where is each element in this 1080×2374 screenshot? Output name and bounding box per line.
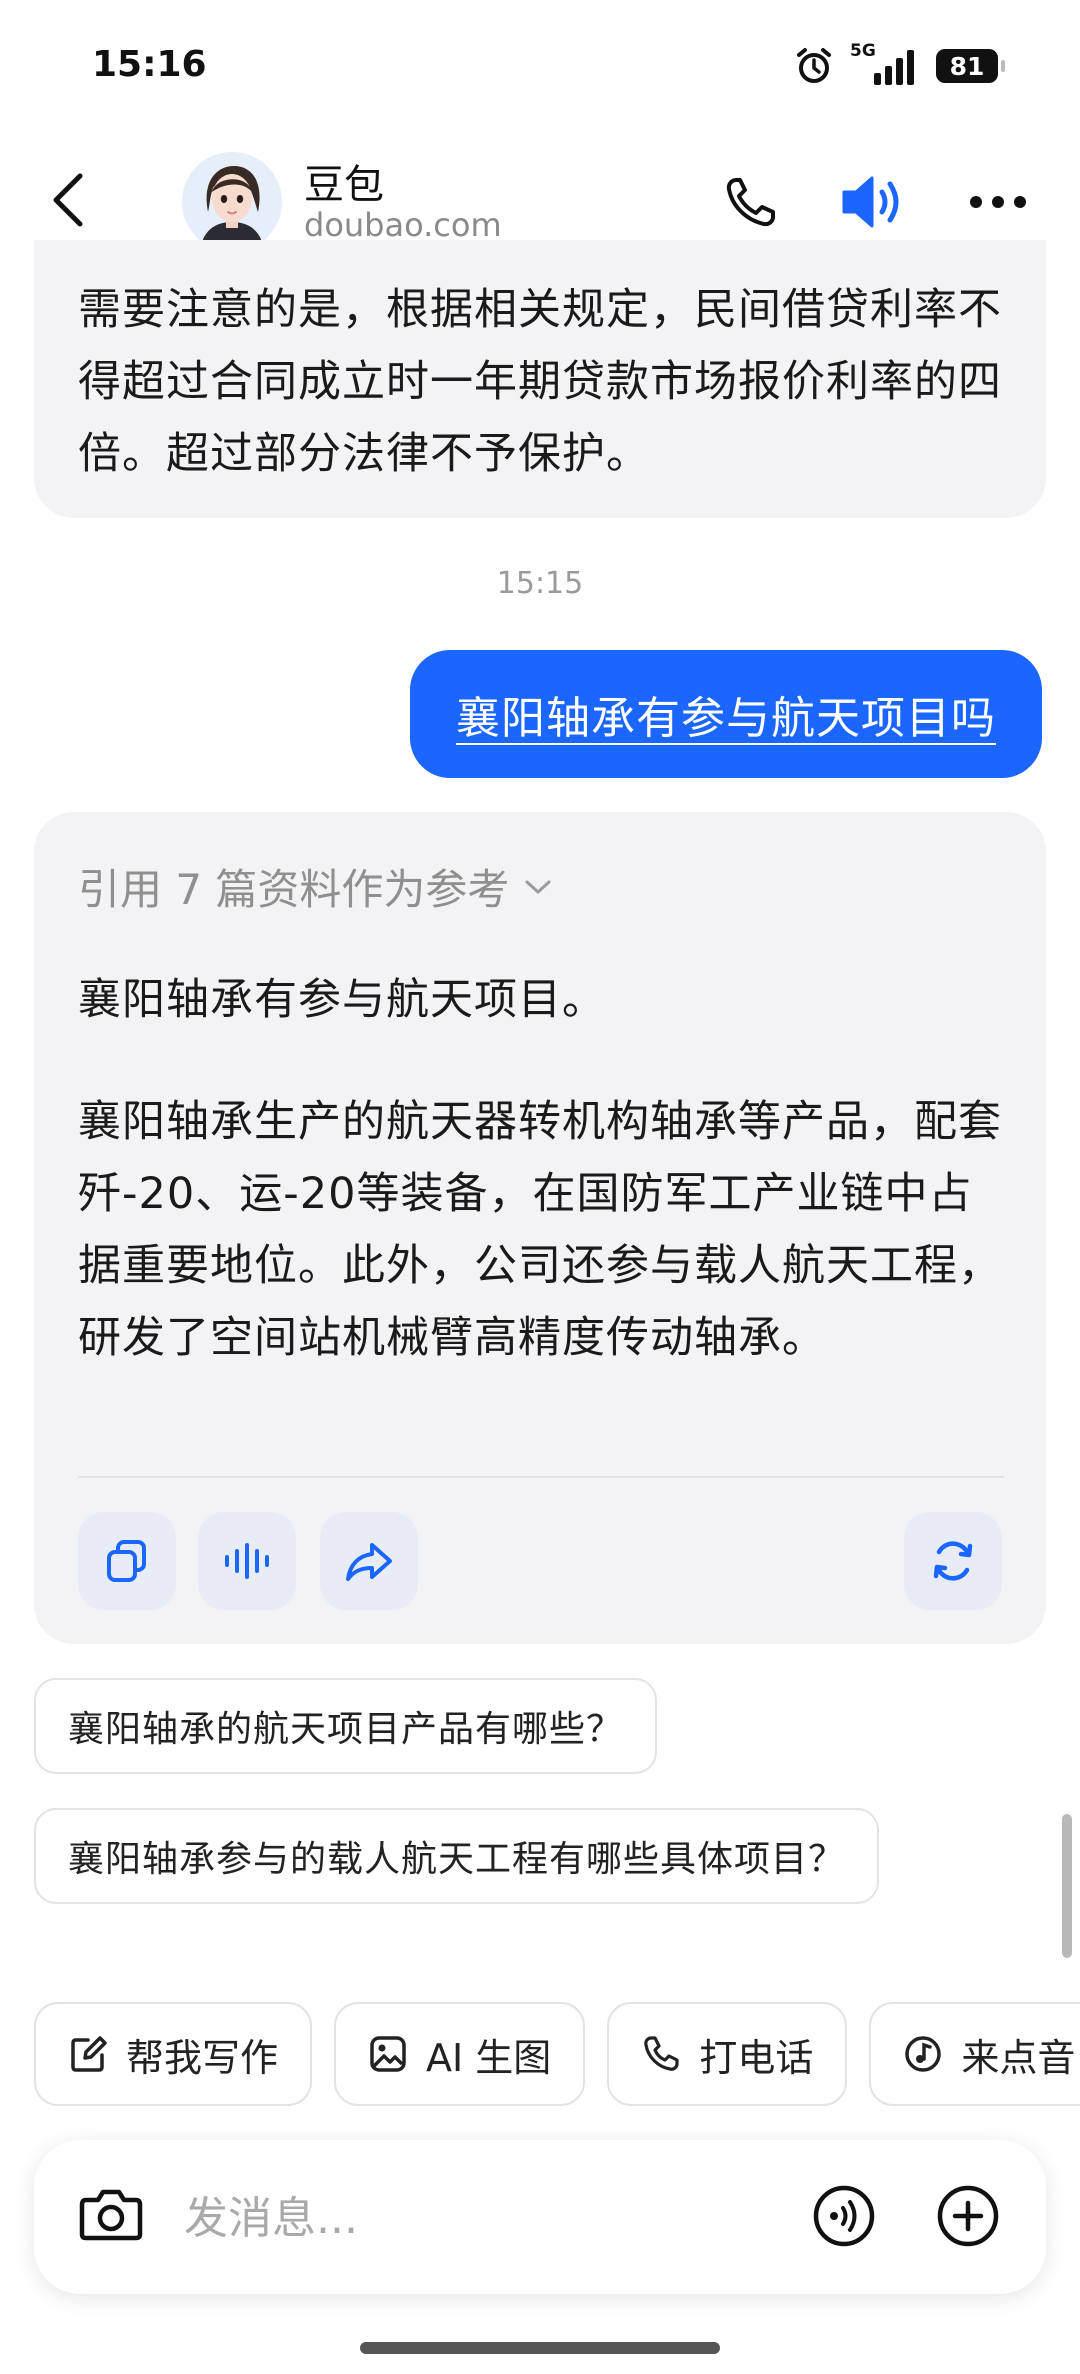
bot-avatar[interactable]	[182, 152, 282, 252]
quick-action-label: 帮我写作	[126, 2035, 279, 2080]
signal-bar	[874, 73, 881, 85]
speaker-icon[interactable]	[840, 172, 910, 232]
quick-action-label: AI 生图	[426, 2035, 552, 2080]
battery-indicator: 81	[936, 49, 1005, 83]
more-icon[interactable]	[968, 194, 1028, 210]
answer-divider	[78, 1476, 1004, 1478]
signal-bar	[907, 50, 914, 85]
read-aloud-button[interactable]	[198, 1512, 296, 1610]
home-indicator[interactable]	[360, 2342, 720, 2354]
copy-button[interactable]	[78, 1512, 176, 1610]
quick-action-music[interactable]: 来点音	[869, 2002, 1080, 2106]
citation-toggle[interactable]: 引用 7 篇资料作为参考	[78, 856, 553, 917]
voice-call-icon[interactable]	[812, 2184, 876, 2248]
share-icon	[346, 1543, 392, 1581]
edit-icon	[71, 2036, 107, 2072]
signal-bar	[896, 58, 903, 85]
quick-action-label: 来点音	[961, 2035, 1076, 2080]
quick-actions-bar: 帮我写作 AI 生图 打电话 来点音	[34, 2002, 1080, 2106]
citation-label: 引用 7 篇资料作为参考	[78, 865, 510, 914]
image-icon	[370, 2036, 406, 2072]
previous-reply-text: 需要注意的是，根据相关规定，民间借贷利率不得超过合同成立时一年期贷款市场报价利率…	[78, 285, 1002, 479]
alarm-icon	[797, 48, 831, 83]
status-icons: 5G 81	[794, 41, 1005, 86]
answer-paragraph: 襄阳轴承有参与航天项目。	[78, 975, 606, 1025]
suggested-question[interactable]: 襄阳轴承的航天项目产品有哪些？	[34, 1678, 658, 1774]
quick-action-write[interactable]: 帮我写作	[34, 2002, 313, 2106]
user-message-text: 襄阳轴承有参与航天项目吗	[456, 693, 996, 744]
music-icon	[905, 2036, 942, 2072]
status-time: 15:16	[92, 44, 207, 85]
message-input[interactable]	[184, 2188, 784, 2248]
regenerate-button[interactable]	[904, 1512, 1002, 1610]
plus-icon[interactable]	[936, 2184, 1000, 2248]
network-type: 5G	[850, 41, 876, 61]
share-button[interactable]	[320, 1512, 418, 1610]
battery-level: 81	[949, 51, 985, 81]
camera-icon[interactable]	[78, 2184, 144, 2244]
quick-action-label: 打电话	[699, 2035, 814, 2080]
phone-call-icon[interactable]	[722, 174, 782, 230]
quick-action-image[interactable]: AI 生图	[334, 2002, 586, 2106]
signal-bar	[885, 66, 892, 85]
suggested-question[interactable]: 襄阳轴承参与的载人航天工程有哪些具体项目？	[34, 1808, 880, 1904]
quick-action-call[interactable]: 打电话	[607, 2002, 848, 2106]
back-icon[interactable]	[48, 170, 88, 230]
answer-paragraph: 襄阳轴承生产的航天器转机构轴承等产品，配套歼-20、运-20等装备，在国防军工产…	[78, 1097, 1002, 1363]
refresh-icon	[933, 1541, 973, 1581]
message-timestamp: 15:15	[496, 566, 584, 601]
signal-indicator: 5G	[850, 41, 914, 85]
voice-wave-icon	[225, 1543, 269, 1579]
bot-name: 豆包	[304, 162, 384, 208]
scrollbar-thumb[interactable]	[1062, 1814, 1072, 1958]
bot-domain: doubao.com	[304, 206, 502, 244]
chevron-down-icon	[525, 880, 551, 893]
phone-icon	[644, 2036, 679, 2071]
user-message-bubble[interactable]: 襄阳轴承有参与航天项目吗	[410, 650, 1042, 778]
copy-icon	[107, 1540, 146, 1582]
